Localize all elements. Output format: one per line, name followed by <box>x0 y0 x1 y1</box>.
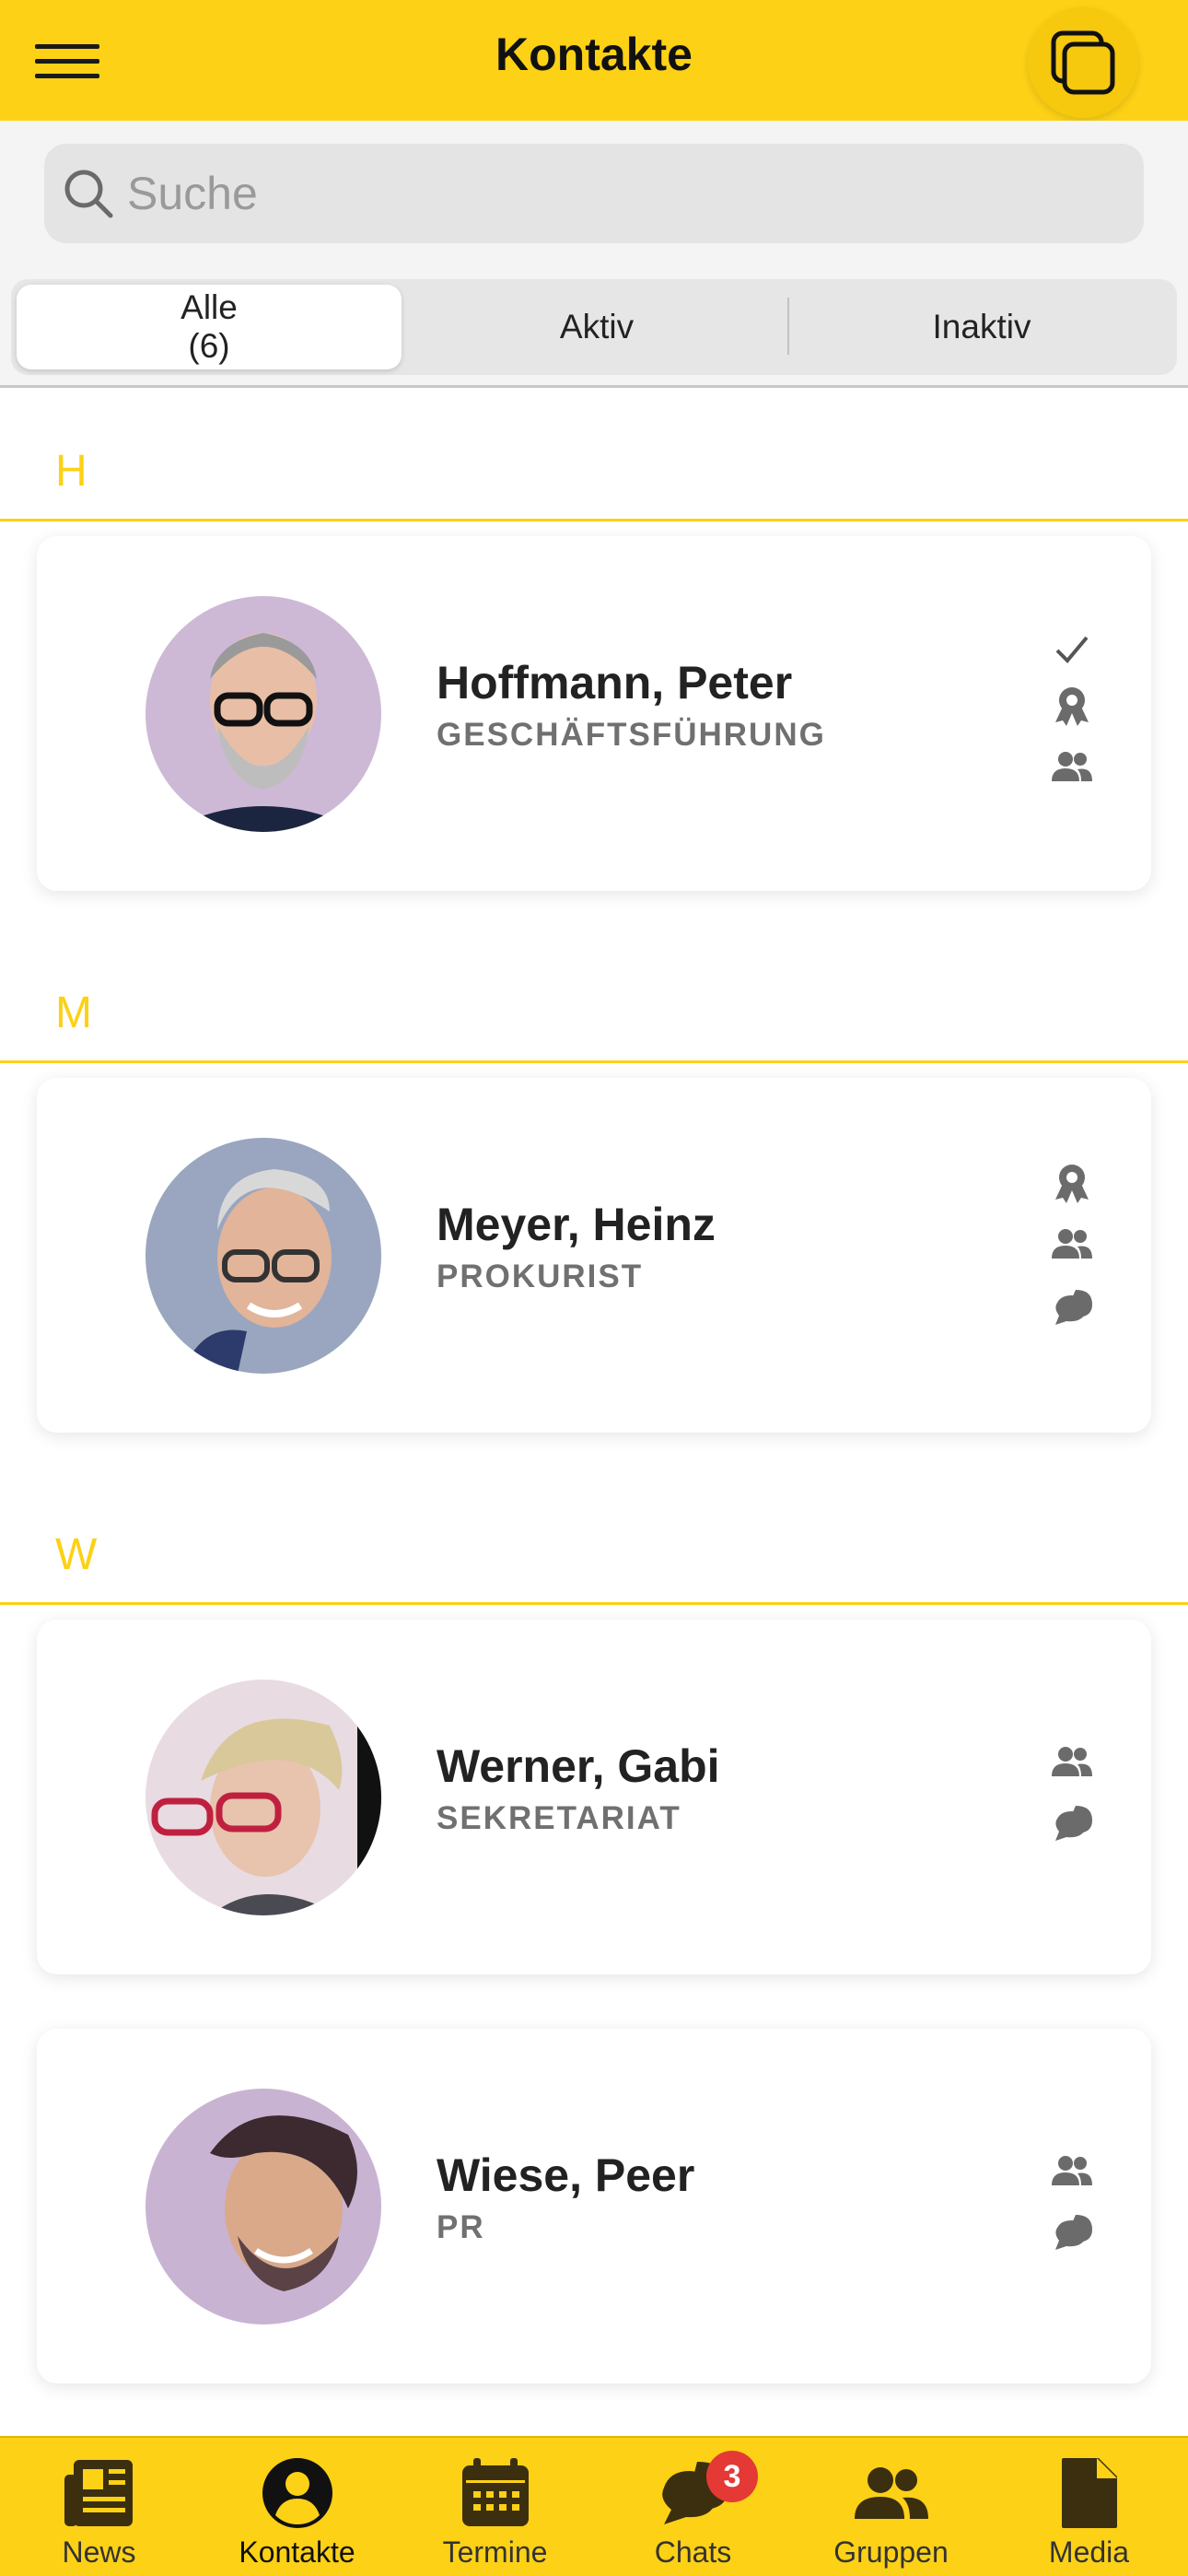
tab-chats-label: Chats <box>654 2535 732 2569</box>
calendar-icon <box>462 2458 529 2526</box>
chat-icon <box>1055 1806 1092 1841</box>
contact-card[interactable]: Wiese, Peer PR <box>37 2029 1151 2383</box>
contact-card[interactable]: Hoffmann, Peter GESCHÄFTSFÜHRUNG <box>37 536 1151 891</box>
tab-kontakte-label: Kontakte <box>239 2535 355 2569</box>
avatar <box>146 1680 381 1915</box>
tab-gruppen-label: Gruppen <box>833 2535 949 2569</box>
contact-card[interactable]: Werner, Gabi SEKRETARIAT <box>37 1620 1151 1974</box>
tab-news-label: News <box>62 2535 136 2569</box>
section-header-h: H <box>55 447 87 496</box>
contact-name: Meyer, Heinz <box>437 1199 716 1250</box>
contact-role: PROKURIST <box>437 1259 644 1294</box>
tab-media[interactable]: Media <box>990 2438 1188 2576</box>
contact-role: PR <box>437 2209 485 2245</box>
avatar <box>146 1138 381 1374</box>
unread-badge: 3 <box>706 2451 758 2502</box>
group-icon <box>1052 1747 1092 1776</box>
segment-all-label: Alle <box>181 288 238 326</box>
section-divider <box>0 1602 1188 1605</box>
section-header-m: M <box>55 989 92 1037</box>
tab-chats[interactable]: 3 Chats <box>594 2438 792 2576</box>
group-icon <box>1052 2156 1092 2185</box>
user-circle-icon <box>262 2458 332 2528</box>
tab-news[interactable]: News <box>0 2438 198 2576</box>
copy-icon <box>1051 30 1115 95</box>
segment-all[interactable]: Alle (6) <box>17 285 402 369</box>
contact-role: SEKRETARIAT <box>437 1800 681 1836</box>
segment-all-count: (6) <box>188 327 230 365</box>
filter-segment: Alle (6) Aktiv Inaktiv <box>11 279 1177 375</box>
section-divider <box>0 1060 1188 1063</box>
contact-card[interactable]: Meyer, Heinz PROKURIST <box>37 1078 1151 1433</box>
search-bar[interactable] <box>44 144 1144 243</box>
tab-kontakte[interactable]: Kontakte <box>198 2438 396 2576</box>
tab-bar: News Kontakte Termine 3 Chats Gruppen Me… <box>0 2436 1188 2576</box>
section-divider <box>0 519 1188 521</box>
avatar <box>146 596 381 832</box>
avatar <box>146 2089 381 2324</box>
file-icon <box>1062 2458 1117 2528</box>
contact-name: Werner, Gabi <box>437 1740 720 1792</box>
newspaper-icon <box>64 2460 133 2526</box>
section-header-w: W <box>55 1530 98 1579</box>
segment-inactive[interactable]: Inaktiv <box>792 279 1171 375</box>
tab-termine[interactable]: Termine <box>396 2438 594 2576</box>
tab-media-label: Media <box>1048 2535 1130 2569</box>
tab-gruppen[interactable]: Gruppen <box>792 2438 990 2576</box>
segment-active-label: Aktiv <box>559 308 635 345</box>
group-icon <box>855 2467 928 2519</box>
group-icon <box>1052 1229 1092 1259</box>
segment-inactive-label: Inaktiv <box>932 308 1031 345</box>
segment-active[interactable]: Aktiv <box>411 279 783 375</box>
contact-role: GESCHÄFTSFÜHRUNG <box>437 717 826 753</box>
search-icon <box>64 170 113 218</box>
group-icon <box>1052 752 1092 781</box>
page-title: Kontakte <box>495 29 693 80</box>
app-header: Kontakte <box>0 0 1188 121</box>
check-icon <box>1055 636 1089 663</box>
contact-name: Hoffmann, Peter <box>437 657 793 708</box>
chat-icon <box>1055 2215 1092 2250</box>
search-area: Alle (6) Aktiv Inaktiv <box>0 121 1188 388</box>
segment-divider <box>787 298 789 355</box>
chat-icon <box>1055 1290 1092 1325</box>
search-input[interactable] <box>127 160 1122 227</box>
tab-termine-label: Termine <box>442 2535 548 2569</box>
award-icon <box>1055 687 1089 726</box>
contact-name: Wiese, Peer <box>437 2149 695 2201</box>
award-icon <box>1055 1165 1089 1203</box>
copy-button[interactable] <box>1028 7 1138 118</box>
